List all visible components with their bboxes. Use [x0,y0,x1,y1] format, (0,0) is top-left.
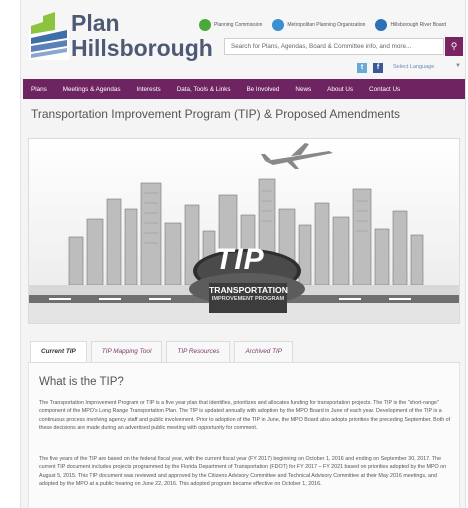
partner-mpo[interactable]: Metropolitan Planning Organization [272,19,365,31]
logo-text-plan[interactable]: Plan [71,10,120,37]
nav-item-about-us[interactable]: About Us [319,86,361,93]
twitter-icon[interactable]: t [357,63,367,73]
partner-links: Planning Commission Metropolitan Plannin… [199,19,452,31]
search-button[interactable]: ⚲ [445,37,463,56]
site-header: Plan Hillsborough Planning Commission Me… [21,0,465,76]
section-title: What is the TIP? [39,376,124,388]
mpo-icon [272,19,285,31]
search-icon: ⚲ [450,41,458,51]
facebook-icon[interactable]: f [373,63,383,73]
page-title: Transportation Improvement Program (TIP)… [31,107,401,121]
site-search-input[interactable]: Search for Plans, Agendas, Board & Commi… [224,38,444,55]
tip-banner-image: TIP TRANSPORTATION IMPROVEMENT PROGRAM [28,138,460,324]
partner-planning-commission[interactable]: Planning Commission [199,19,262,31]
nav-item-plans[interactable]: Plans [23,86,55,93]
plan-hillsborough-logo-icon[interactable] [29,12,69,60]
tab-content: What is the TIP? The Transportation Impr… [28,363,460,508]
nav-item-contact-us[interactable]: Contact Us [361,86,408,93]
nav-item-meetings-agendas[interactable]: Meetings & Agendas [55,86,129,93]
nav-item-news[interactable]: News [287,86,319,93]
banner-line1: TRANSPORTATION [209,285,288,295]
tab-tip-resources[interactable]: TIP Resources [166,341,231,362]
tab-archived-tip[interactable]: Archived TIP [234,341,294,362]
partner-label: Hillsborough River Board [390,22,447,28]
chevron-down-icon[interactable]: ▼ [455,63,461,69]
planning-commission-icon [199,19,211,31]
nav-item-interests[interactable]: Interests [129,86,169,93]
tip-tabs: Current TIP TIP Mapping Tool TIP Resourc… [28,339,460,363]
tab-current-tip[interactable]: Current TIP [30,341,87,362]
language-select[interactable]: Select Language [393,64,434,70]
main-nav: Plans Meetings & Agendas Interests Data,… [23,79,465,99]
nav-item-be-involved[interactable]: Be Involved [238,86,287,93]
banner-line2: IMPROVEMENT PROGRAM [211,296,285,302]
nav-item-data-tools-links[interactable]: Data, Tools & Links [169,86,239,93]
tab-tip-mapping-tool[interactable]: TIP Mapping Tool [90,341,163,362]
partner-label: Metropolitan Planning Organization [287,22,366,28]
tip-logo-text: TIP [215,243,265,276]
partner-label: Planning Commission [214,22,263,28]
tip-fiscal-year-paragraph: The five years of the TIP are based on t… [39,456,447,487]
tip-description-paragraph: The Transportation Improvement Program o… [39,400,451,431]
page-frame: Plan Hillsborough Planning Commission Me… [20,0,466,508]
partner-river-board[interactable]: Hillsborough River Board [375,19,446,31]
river-board-icon [375,19,388,31]
logo-text-hillsborough[interactable]: Hillsborough [71,35,213,62]
